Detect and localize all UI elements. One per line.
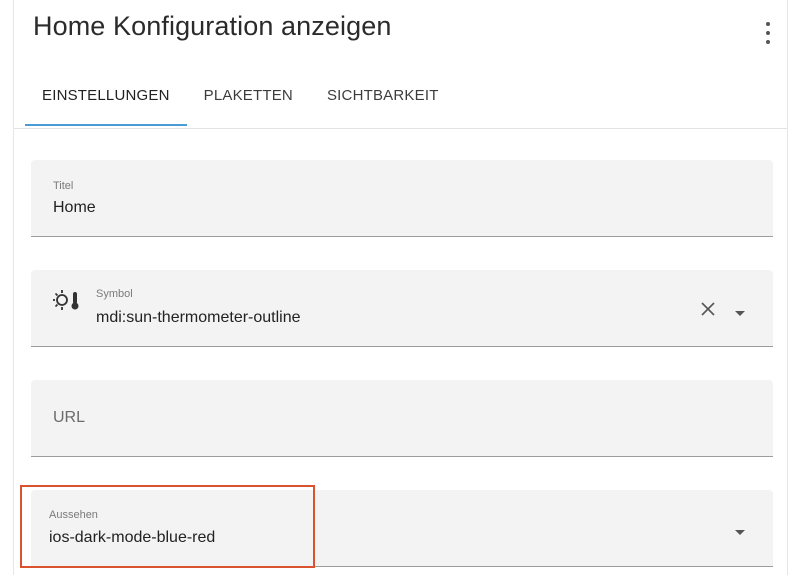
active-tab-indicator — [25, 124, 187, 126]
tab-label: SICHTBARKEIT — [326, 87, 439, 104]
symbol-field-label: Symbol — [96, 288, 133, 300]
url-field-placeholder: URL — [53, 409, 86, 426]
clear-icon[interactable] — [698, 299, 718, 319]
header-divider — [14, 128, 787, 129]
symbol-field[interactable]: Symbol mdi:sun-thermometer-outline — [31, 270, 773, 347]
title-field-label: Titel — [53, 180, 74, 192]
edit-view-dialog: Home Konfiguration anzeigen EINSTELLUNGE… — [13, 0, 788, 575]
appearance-field-label: Aussehen — [49, 509, 98, 521]
tab-plaketten[interactable]: PLAKETTEN — [187, 72, 310, 126]
tab-sichtbarkeit[interactable]: SICHTBARKEIT — [310, 72, 456, 126]
tab-einstellungen[interactable]: EINSTELLUNGEN — [25, 72, 187, 126]
appearance-select[interactable]: Aussehen ios-dark-mode-blue-red — [31, 490, 773, 567]
more-vert-icon — [766, 22, 770, 26]
more-vert-icon-dot-3 — [766, 40, 770, 44]
chevron-down-icon[interactable] — [733, 524, 747, 535]
title-field-value: Home — [53, 199, 96, 216]
tab-label: PLAKETTEN — [203, 87, 293, 104]
dialog-header: Home Konfiguration anzeigen EINSTELLUNGE… — [14, 0, 787, 130]
appearance-field-value: ios-dark-mode-blue-red — [49, 529, 216, 546]
page: Home Konfiguration anzeigen EINSTELLUNGE… — [0, 0, 790, 575]
sun-thermometer-icon — [52, 287, 82, 313]
more-options-button[interactable] — [759, 20, 777, 46]
tab-label: EINSTELLUNGEN — [42, 87, 170, 104]
dialog-title: Home Konfiguration anzeigen — [33, 11, 392, 41]
chevron-down-icon[interactable] — [733, 305, 747, 316]
symbol-field-value: mdi:sun-thermometer-outline — [96, 309, 301, 326]
title-field[interactable]: Titel Home — [31, 160, 773, 237]
url-field[interactable]: URL — [31, 380, 773, 457]
tab-bar: EINSTELLUNGEN PLAKETTEN SICHTBARKEIT — [25, 72, 456, 128]
more-vert-icon-dot-2 — [766, 31, 770, 35]
